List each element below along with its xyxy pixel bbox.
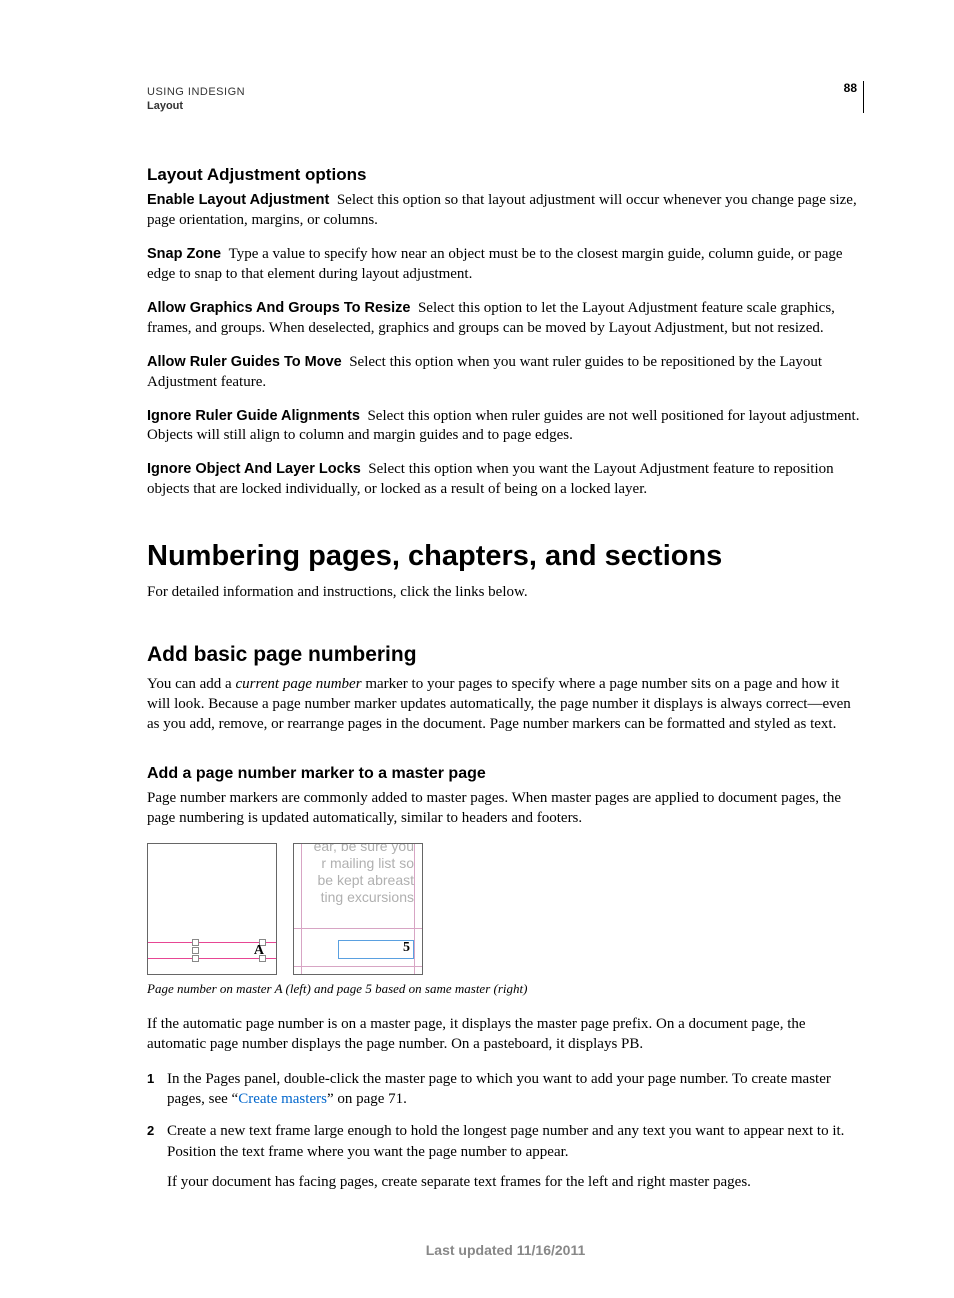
heading-add-basic-page-numbering: Add basic page numbering — [147, 643, 864, 667]
option-term: Allow Graphics And Groups To Resize — [147, 300, 410, 316]
intro-em: current page number — [235, 676, 361, 692]
running-header: USING INDESIGN Layout 88 — [147, 85, 864, 117]
option-term: Ignore Object And Layer Locks — [147, 461, 361, 477]
figure-text-line: r mailing list so — [321, 855, 414, 871]
marker-intro: Page number markers are commonly added t… — [147, 789, 864, 829]
figure-right-panel: ear, be sure you r mailing list so be ke… — [293, 843, 423, 975]
step-1-post: ” on page 71. — [327, 1091, 407, 1107]
step-1: In the Pages panel, double-click the mas… — [147, 1069, 864, 1110]
basic-page-numbering-intro: You can add a current page number marker… — [147, 675, 864, 735]
link-create-masters[interactable]: Create masters — [238, 1091, 327, 1107]
figure-text-line: ting excursions — [321, 889, 414, 905]
footer-last-updated: Last updated 11/16/2011 — [147, 1242, 864, 1258]
step-2-text: Create a new text frame large enough to … — [167, 1123, 844, 1159]
option-allow-ruler-guides-move: Allow Ruler Guides To Move Select this o… — [147, 353, 864, 393]
page-content: USING INDESIGN Layout 88 Layout Adjustme… — [0, 0, 954, 1298]
step-2: Create a new text frame large enough to … — [147, 1121, 864, 1192]
option-ignore-ruler-guide-alignments: Ignore Ruler Guide Alignments Select thi… — [147, 407, 864, 447]
heading-add-page-number-marker: Add a page number marker to a master pag… — [147, 765, 864, 783]
header-product: USING INDESIGN — [147, 85, 245, 99]
figure-left-panel: A — [147, 843, 277, 975]
option-term: Allow Ruler Guides To Move — [147, 354, 342, 370]
heading-numbering-pages: Numbering pages, chapters, and sections — [147, 540, 864, 573]
master-prefix-note: If the automatic page number is on a mas… — [147, 1015, 864, 1055]
option-term: Snap Zone — [147, 246, 221, 262]
intro-pre: You can add a — [147, 676, 235, 692]
option-term: Enable Layout Adjustment — [147, 192, 329, 208]
steps-list: In the Pages panel, double-click the mas… — [147, 1069, 864, 1192]
step-2-sub: If your document has facing pages, creat… — [167, 1172, 864, 1192]
option-term: Ignore Ruler Guide Alignments — [147, 408, 360, 424]
figure-master-page-number: A ear, be sure you r mailing list so be … — [147, 843, 864, 975]
numbering-intro: For detailed information and instruction… — [147, 583, 864, 603]
header-left: USING INDESIGN Layout — [147, 85, 245, 114]
option-enable-layout-adjustment: Enable Layout Adjustment Select this opt… — [147, 191, 864, 231]
figure-caption: Page number on master A (left) and page … — [147, 981, 864, 997]
figure-text-line: be kept abreast — [317, 872, 414, 888]
figure-text-line: ear, be sure you — [314, 843, 414, 854]
header-chapter: Layout — [147, 99, 245, 113]
option-allow-graphics-resize: Allow Graphics And Groups To Resize Sele… — [147, 299, 864, 339]
figure-page-number: 5 — [403, 940, 410, 956]
option-snap-zone: Snap Zone Type a value to specify how ne… — [147, 245, 864, 285]
option-desc: Type a value to specify how near an obje… — [147, 246, 843, 282]
figure-master-marker: A — [254, 943, 264, 959]
page-number: 88 — [844, 81, 864, 113]
option-ignore-object-layer-locks: Ignore Object And Layer Locks Select thi… — [147, 460, 864, 500]
heading-layout-adjustment-options: Layout Adjustment options — [147, 165, 864, 185]
